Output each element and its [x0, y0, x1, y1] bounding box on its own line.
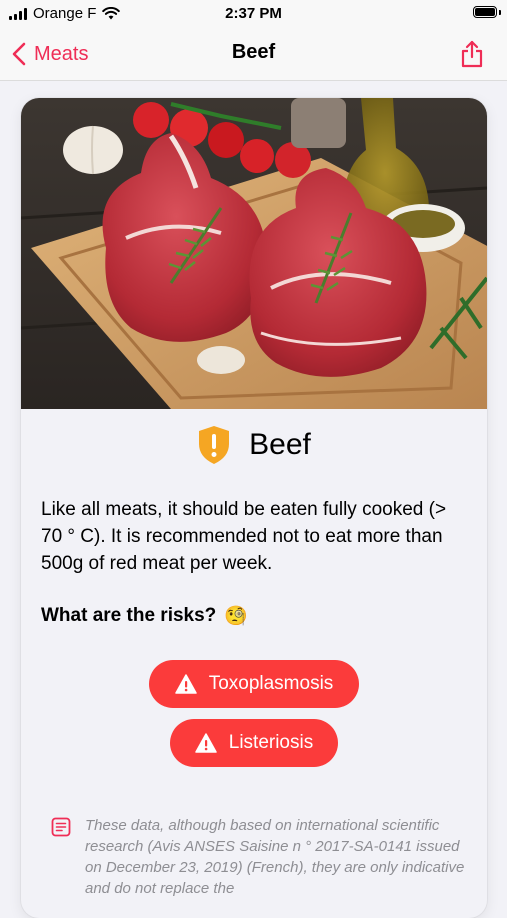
status-time: 2:37 PM: [225, 5, 282, 22]
risks-heading: What are the risks? 🧐: [41, 604, 248, 628]
risks-heading-label: What are the risks?: [41, 605, 217, 626]
navigation-bar: Meats Beef: [0, 28, 507, 81]
food-name: Beef: [249, 428, 311, 461]
food-title-row: Beef: [21, 425, 487, 465]
battery-nub: [499, 10, 501, 15]
risk-label: Toxoplasmosis: [208, 673, 334, 694]
battery-icon: [473, 6, 497, 18]
document-icon: [51, 817, 71, 837]
share-icon[interactable]: [459, 40, 485, 68]
food-description: Like all meats, it should be eaten fully…: [41, 499, 447, 574]
risk-label: Listeriosis: [228, 732, 314, 753]
page-title: Beef: [231, 41, 276, 63]
disclaimer: These data, although based on internatio…: [51, 815, 471, 899]
risk-button-toxoplasmosis[interactable]: Toxoplasmosis: [149, 660, 359, 708]
thinking-face-emoji: 🧐: [224, 606, 248, 627]
disclaimer-text: These data, although based on internatio…: [85, 817, 465, 897]
food-card: Beef Like all meats, it should be eaten …: [21, 98, 487, 918]
warning-triangle-icon: [174, 674, 197, 694]
shield-warning-icon: [199, 426, 230, 464]
food-image: [21, 98, 487, 409]
risk-button-listeriosis[interactable]: Listeriosis: [170, 719, 338, 767]
status-bar: Orange F 2:37 PM: [0, 0, 507, 28]
warning-triangle-icon: [195, 733, 217, 753]
